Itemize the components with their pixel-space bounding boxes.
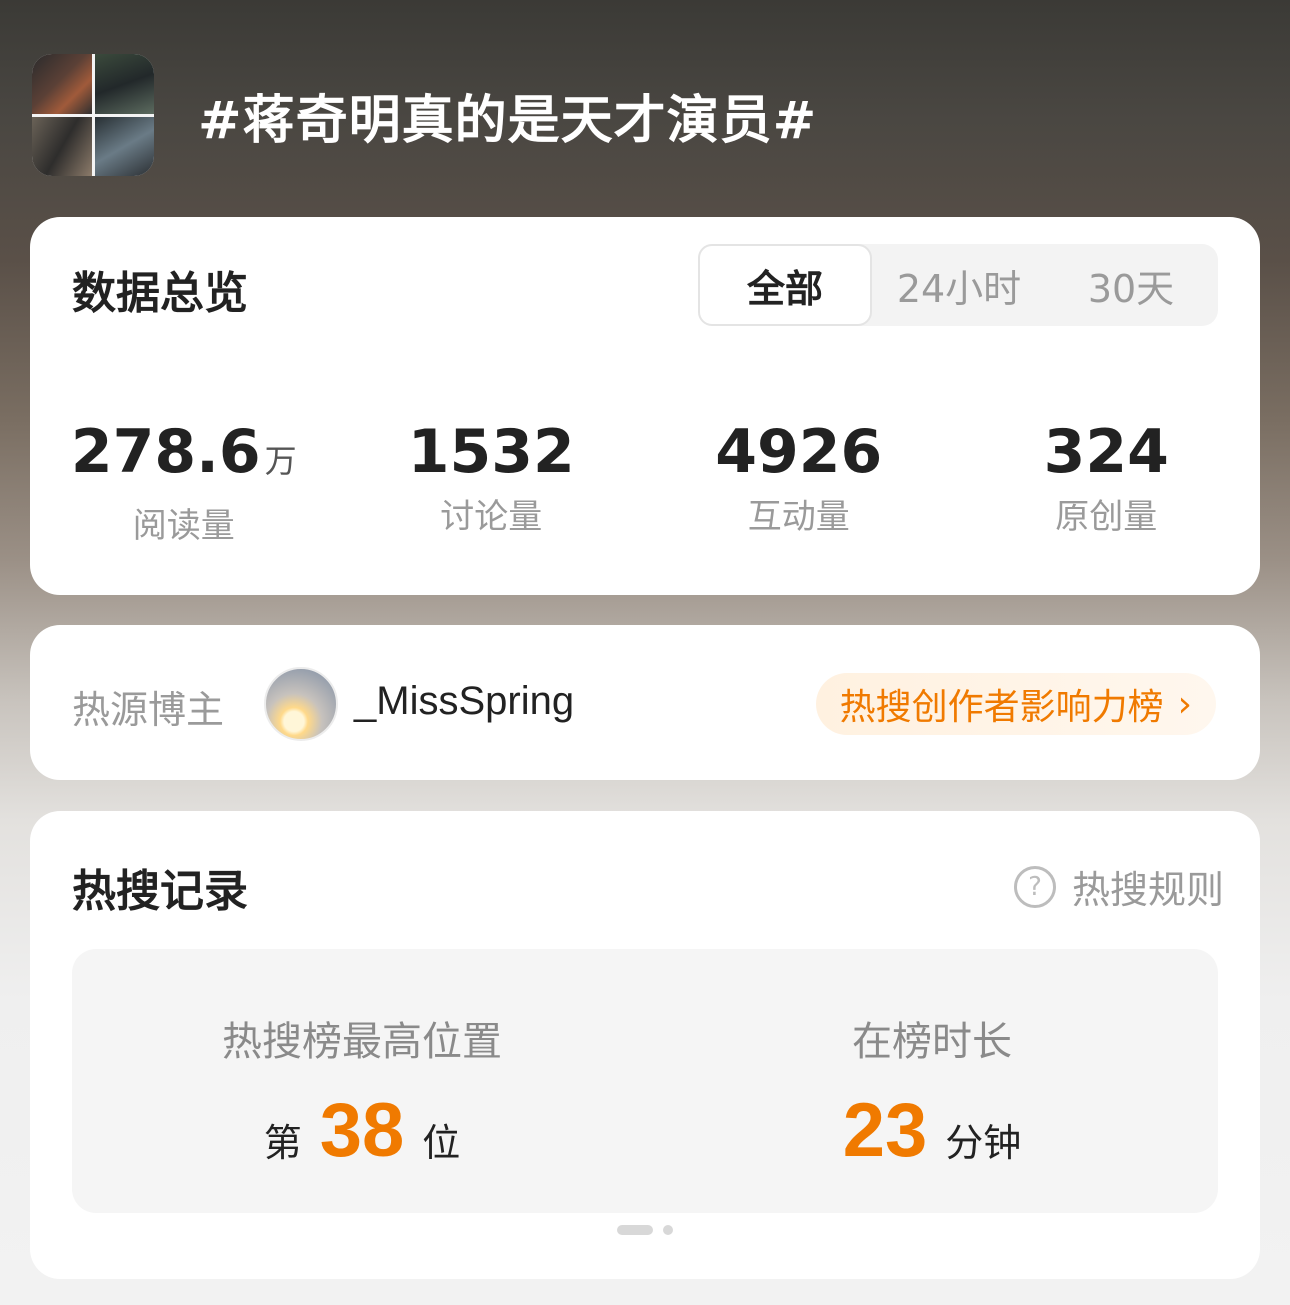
cover-photo-2 xyxy=(94,54,154,114)
peak-position: 热搜榜最高位置 第 38 位 xyxy=(212,1009,512,1174)
discussions-value: 1532 xyxy=(407,417,575,487)
duration-line: 23 分钟 xyxy=(792,1087,1072,1174)
time-range-tabs: 全部 24小时 30天 xyxy=(698,244,1218,326)
reads-label: 阅读量 xyxy=(132,506,235,546)
peak-label: 热搜榜最高位置 xyxy=(222,1019,502,1065)
peak-suffix: 位 xyxy=(422,1121,461,1165)
influence-ranking-button[interactable]: 热搜创作者影响力榜 › xyxy=(815,673,1216,735)
topic-title: #蒋奇明真的是天才演员# xyxy=(198,90,818,151)
rules-label: 热搜规则 xyxy=(1071,868,1224,912)
stats-row: 278.6 万 阅读量 1532 讨论量 4926 互动量 324 原创量 xyxy=(30,417,1260,547)
duration-on-list: 在榜时长 23 分钟 xyxy=(792,1009,1072,1174)
hot-source-card: 热源博主 _MissSpring 热搜创作者影响力榜 › xyxy=(30,625,1260,780)
stat-originals: 324 原创量 xyxy=(953,417,1261,547)
peak-value: 38 xyxy=(319,1088,405,1173)
cover-photo-3 xyxy=(32,116,92,176)
peak-line: 第 38 位 xyxy=(212,1087,512,1174)
record-summary: 热搜榜最高位置 第 38 位 在榜时长 23 分钟 xyxy=(72,949,1218,1213)
tab-all[interactable]: 全部 xyxy=(698,244,872,326)
overview-title: 数据总览 xyxy=(72,268,248,319)
avatar[interactable] xyxy=(264,667,338,741)
stat-interactions: 4926 互动量 xyxy=(645,417,953,547)
indicator-dot xyxy=(663,1225,673,1235)
interactions-label: 互动量 xyxy=(747,497,850,537)
question-icon: ? xyxy=(1013,865,1056,908)
topic-header: #蒋奇明真的是天才演员# xyxy=(32,54,817,176)
hot-search-rules-link[interactable]: ? 热搜规则 xyxy=(1013,859,1224,914)
reads-unit: 万 xyxy=(264,442,297,480)
tab-24h[interactable]: 24小时 xyxy=(872,244,1046,326)
cover-photo-4 xyxy=(94,116,154,176)
duration-label: 在榜时长 xyxy=(852,1019,1012,1065)
topic-cover-image[interactable] xyxy=(32,54,154,176)
duration-suffix: 分钟 xyxy=(945,1121,1022,1165)
hot-search-record-card: 热搜记录 ? 热搜规则 热搜榜最高位置 第 38 位 在榜时长 23 分钟 xyxy=(30,811,1260,1279)
originals-label: 原创量 xyxy=(1055,497,1158,537)
tab-30d[interactable]: 30天 xyxy=(1046,244,1216,326)
indicator-active-dot xyxy=(617,1225,653,1235)
originals-value: 324 xyxy=(1043,417,1169,487)
duration-value: 23 xyxy=(842,1088,928,1173)
influence-ranking-label: 热搜创作者影响力榜 xyxy=(839,687,1164,728)
discussions-label: 讨论量 xyxy=(440,497,543,537)
peak-prefix: 第 xyxy=(263,1121,302,1165)
stat-reads: 278.6 万 阅读量 xyxy=(30,417,338,547)
interactions-value: 4926 xyxy=(715,417,883,487)
reads-value: 278.6 xyxy=(70,417,261,487)
hot-source-label: 热源博主 xyxy=(72,688,225,732)
cover-photo-1 xyxy=(32,54,92,114)
stat-value: 278.6 万 xyxy=(30,417,338,496)
stat-discussions: 1532 讨论量 xyxy=(338,417,646,547)
blogger-username[interactable]: _MissSpring xyxy=(354,679,574,724)
data-overview-card: 数据总览 全部 24小时 30天 278.6 万 阅读量 1532 讨论量 492… xyxy=(30,217,1260,595)
page-indicator xyxy=(617,1225,673,1235)
record-title: 热搜记录 xyxy=(72,866,248,917)
chevron-right-icon: › xyxy=(1177,683,1192,725)
